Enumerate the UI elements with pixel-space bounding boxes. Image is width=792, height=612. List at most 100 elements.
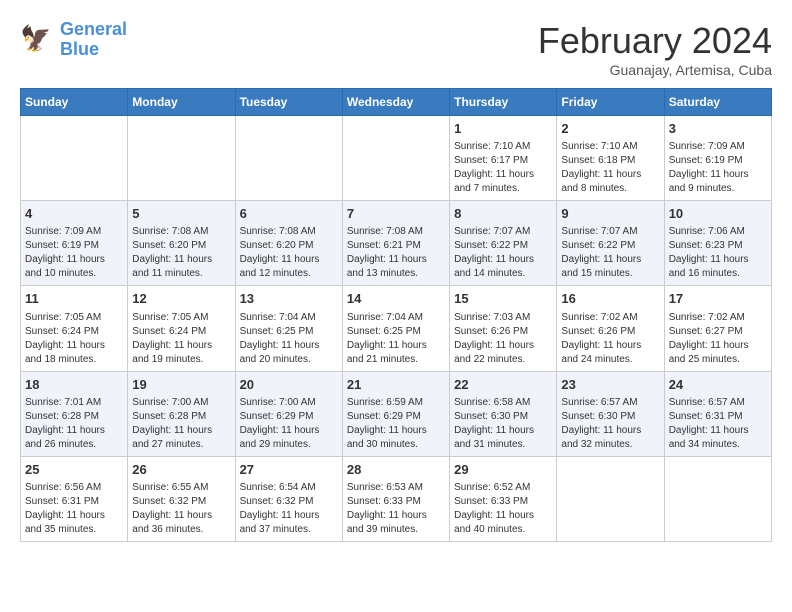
calendar-body: 1Sunrise: 7:10 AM Sunset: 6:17 PM Daylig…: [21, 116, 772, 542]
svg-text:🦅: 🦅: [20, 23, 51, 53]
day-info: Sunrise: 7:08 AM Sunset: 6:20 PM Dayligh…: [132, 225, 230, 281]
col-tuesday: Tuesday: [235, 89, 342, 116]
day-info: Sunrise: 7:07 AM Sunset: 6:22 PM Dayligh…: [454, 225, 552, 281]
calendar-cell: 20 Sunrise: 7:00 AM Sunset: 6:29 PM Dayli…: [235, 371, 342, 456]
calendar-cell: 22Sunrise: 6:58 AM Sunset: 6:30 PM Dayli…: [450, 371, 557, 456]
logo-text: General Blue: [60, 20, 127, 60]
col-wednesday: Wednesday: [342, 89, 449, 116]
day-info: Sunrise: 6:53 AM Sunset: 6:33 PM Dayligh…: [347, 481, 445, 537]
day-number: 3: [669, 120, 767, 138]
day-info: Sunrise: 7:00 AM Sunset: 6:29 PM Dayligh…: [240, 396, 338, 452]
day-number: 21: [347, 376, 445, 394]
day-number: 17: [669, 290, 767, 308]
calendar-cell: 24Sunrise: 6:57 AM Sunset: 6:31 PM Dayli…: [664, 371, 771, 456]
day-number: 19: [132, 376, 230, 394]
calendar-title: February 2024: [538, 20, 772, 62]
calendar-cell: 12 Sunrise: 7:05 AM Sunset: 6:24 PM Dayli…: [128, 286, 235, 371]
day-number: 7: [347, 205, 445, 223]
calendar-cell: 23 Sunrise: 6:57 AM Sunset: 6:30 PM Dayli…: [557, 371, 664, 456]
day-number: 23: [561, 376, 659, 394]
calendar-cell: [664, 456, 771, 541]
day-info: Sunrise: 7:05 AM Sunset: 6:24 PM Dayligh…: [25, 311, 123, 367]
calendar-cell: 3 Sunrise: 7:09 AM Sunset: 6:19 PM Daylig…: [664, 116, 771, 201]
day-number: 8: [454, 205, 552, 223]
day-info: Sunrise: 7:10 AM Sunset: 6:17 PM Dayligh…: [454, 140, 552, 196]
day-number: 18: [25, 376, 123, 394]
calendar-cell: 17 Sunrise: 7:02 AM Sunset: 6:27 PM Dayli…: [664, 286, 771, 371]
calendar-cell: [21, 116, 128, 201]
day-info: Sunrise: 7:00 AM Sunset: 6:28 PM Dayligh…: [132, 396, 230, 452]
day-number: 25: [25, 461, 123, 479]
col-friday: Friday: [557, 89, 664, 116]
day-info: Sunrise: 7:05 AM Sunset: 6:24 PM Dayligh…: [132, 311, 230, 367]
calendar-week-3: 11 Sunrise: 7:05 AM Sunset: 6:24 PM Dayli…: [21, 286, 772, 371]
day-number: 27: [240, 461, 338, 479]
day-number: 26: [132, 461, 230, 479]
calendar-cell: 7 Sunrise: 7:08 AM Sunset: 6:21 PM Daylig…: [342, 201, 449, 286]
day-number: 16: [561, 290, 659, 308]
day-info: Sunrise: 7:04 AM Sunset: 6:25 PM Dayligh…: [240, 311, 338, 367]
calendar-cell: 25 Sunrise: 6:56 AM Sunset: 6:31 PM Dayli…: [21, 456, 128, 541]
calendar-cell: 5 Sunrise: 7:08 AM Sunset: 6:20 PM Daylig…: [128, 201, 235, 286]
day-info: Sunrise: 7:01 AM Sunset: 6:28 PM Dayligh…: [25, 396, 123, 452]
day-number: 2: [561, 120, 659, 138]
calendar-cell: 14 Sunrise: 7:04 AM Sunset: 6:25 PM Dayli…: [342, 286, 449, 371]
calendar-cell: 26Sunrise: 6:55 AM Sunset: 6:32 PM Dayli…: [128, 456, 235, 541]
calendar-cell: 21 Sunrise: 6:59 AM Sunset: 6:29 PM Dayli…: [342, 371, 449, 456]
calendar-cell: 28 Sunrise: 6:53 AM Sunset: 6:33 PM Dayli…: [342, 456, 449, 541]
day-info: Sunrise: 7:10 AM Sunset: 6:18 PM Dayligh…: [561, 140, 659, 196]
day-info: Sunrise: 7:08 AM Sunset: 6:21 PM Dayligh…: [347, 225, 445, 281]
logo: 🦅 General Blue: [20, 20, 127, 60]
calendar-header: Sunday Monday Tuesday Wednesday Thursday…: [21, 89, 772, 116]
calendar-cell: 19 Sunrise: 7:00 AM Sunset: 6:28 PM Dayli…: [128, 371, 235, 456]
calendar-cell: 6 Sunrise: 7:08 AM Sunset: 6:20 PM Daylig…: [235, 201, 342, 286]
day-info: Sunrise: 7:02 AM Sunset: 6:27 PM Dayligh…: [669, 311, 767, 367]
col-thursday: Thursday: [450, 89, 557, 116]
calendar-cell: [128, 116, 235, 201]
day-number: 6: [240, 205, 338, 223]
calendar-cell: 13 Sunrise: 7:04 AM Sunset: 6:25 PM Dayli…: [235, 286, 342, 371]
calendar-cell: 29 Sunrise: 6:52 AM Sunset: 6:33 PM Dayli…: [450, 456, 557, 541]
col-sunday: Sunday: [21, 89, 128, 116]
calendar-cell: 18 Sunrise: 7:01 AM Sunset: 6:28 PM Dayli…: [21, 371, 128, 456]
day-number: 15: [454, 290, 552, 308]
day-info: Sunrise: 7:02 AM Sunset: 6:26 PM Dayligh…: [561, 311, 659, 367]
calendar-cell: 27 Sunrise: 6:54 AM Sunset: 6:32 PM Dayli…: [235, 456, 342, 541]
day-number: 11: [25, 290, 123, 308]
day-info: Sunrise: 6:54 AM Sunset: 6:32 PM Dayligh…: [240, 481, 338, 537]
day-info: Sunrise: 6:59 AM Sunset: 6:29 PM Dayligh…: [347, 396, 445, 452]
day-number: 14: [347, 290, 445, 308]
day-number: 29: [454, 461, 552, 479]
calendar-cell: 9Sunrise: 7:07 AM Sunset: 6:22 PM Daylig…: [557, 201, 664, 286]
day-number: 4: [25, 205, 123, 223]
calendar-cell: 16 Sunrise: 7:02 AM Sunset: 6:26 PM Dayli…: [557, 286, 664, 371]
header-row: Sunday Monday Tuesday Wednesday Thursday…: [21, 89, 772, 116]
day-number: 20: [240, 376, 338, 394]
calendar-cell: 15 Sunrise: 7:03 AM Sunset: 6:26 PM Dayli…: [450, 286, 557, 371]
day-info: Sunrise: 6:58 AM Sunset: 6:30 PM Dayligh…: [454, 396, 552, 452]
day-info: Sunrise: 7:09 AM Sunset: 6:19 PM Dayligh…: [669, 140, 767, 196]
day-number: 28: [347, 461, 445, 479]
day-info: Sunrise: 7:09 AM Sunset: 6:19 PM Dayligh…: [25, 225, 123, 281]
day-info: Sunrise: 7:08 AM Sunset: 6:20 PM Dayligh…: [240, 225, 338, 281]
day-info: Sunrise: 6:52 AM Sunset: 6:33 PM Dayligh…: [454, 481, 552, 537]
day-info: Sunrise: 7:07 AM Sunset: 6:22 PM Dayligh…: [561, 225, 659, 281]
day-number: 13: [240, 290, 338, 308]
day-info: Sunrise: 6:56 AM Sunset: 6:31 PM Dayligh…: [25, 481, 123, 537]
day-number: 5: [132, 205, 230, 223]
day-number: 12: [132, 290, 230, 308]
calendar-week-2: 4 Sunrise: 7:09 AM Sunset: 6:19 PM Daylig…: [21, 201, 772, 286]
day-info: Sunrise: 7:06 AM Sunset: 6:23 PM Dayligh…: [669, 225, 767, 281]
calendar-cell: 11 Sunrise: 7:05 AM Sunset: 6:24 PM Dayli…: [21, 286, 128, 371]
calendar-cell: 8 Sunrise: 7:07 AM Sunset: 6:22 PM Daylig…: [450, 201, 557, 286]
calendar-cell: 1Sunrise: 7:10 AM Sunset: 6:17 PM Daylig…: [450, 116, 557, 201]
day-number: 24: [669, 376, 767, 394]
day-info: Sunrise: 7:04 AM Sunset: 6:25 PM Dayligh…: [347, 311, 445, 367]
title-block: February 2024 Guanajay, Artemisa, Cuba: [538, 20, 772, 78]
day-info: Sunrise: 6:57 AM Sunset: 6:30 PM Dayligh…: [561, 396, 659, 452]
calendar-table: Sunday Monday Tuesday Wednesday Thursday…: [20, 88, 772, 542]
calendar-cell: [342, 116, 449, 201]
calendar-cell: [557, 456, 664, 541]
day-info: Sunrise: 7:03 AM Sunset: 6:26 PM Dayligh…: [454, 311, 552, 367]
calendar-cell: 2 Sunrise: 7:10 AM Sunset: 6:18 PM Daylig…: [557, 116, 664, 201]
